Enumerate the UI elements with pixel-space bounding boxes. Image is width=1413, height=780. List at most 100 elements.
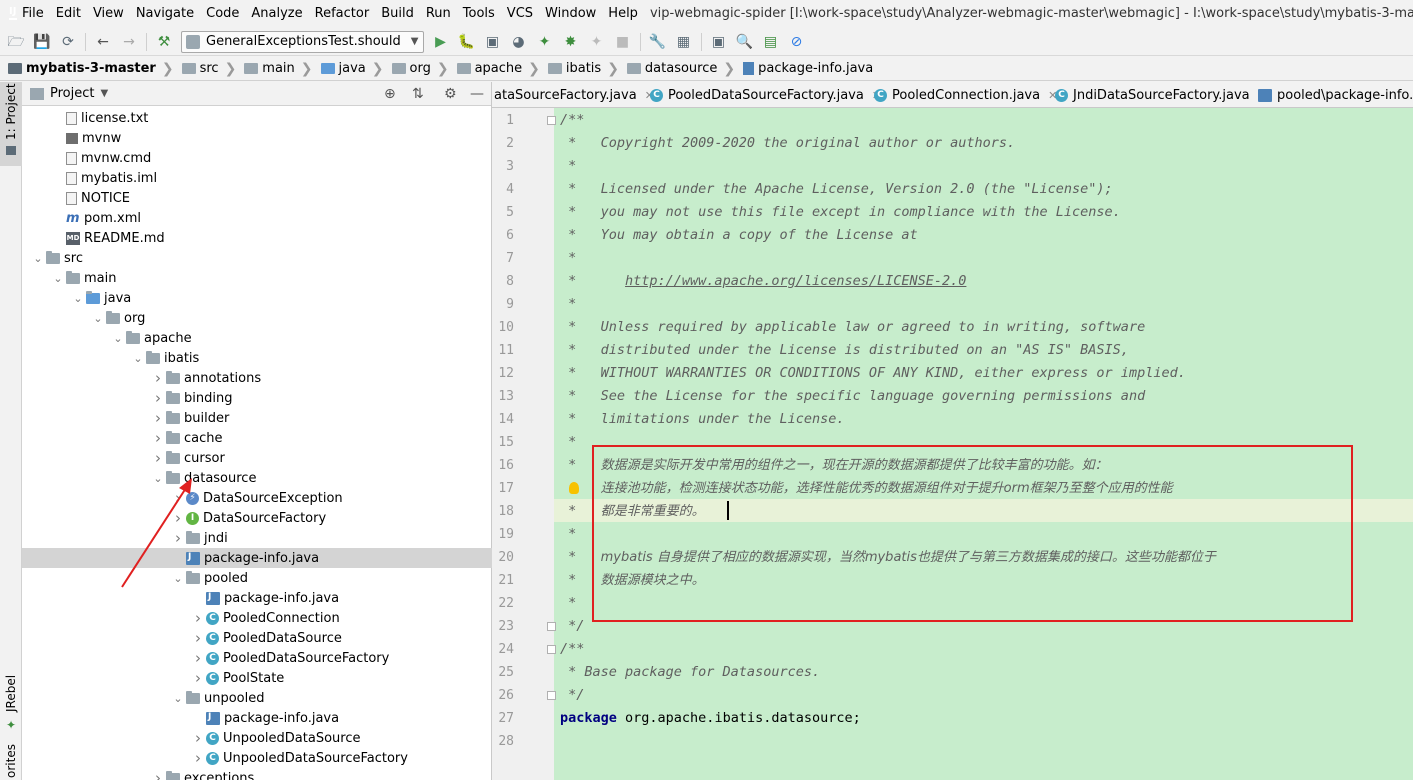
- code-line[interactable]: * See the License for the specific langu…: [560, 385, 1145, 408]
- expand-arrow-icon[interactable]: ⌄: [90, 312, 106, 325]
- breadcrumb-item[interactable]: datasource ❯: [619, 61, 735, 77]
- tree-item[interactable]: ⌄ org: [22, 308, 492, 328]
- search-icon[interactable]: 🔍: [736, 34, 753, 50]
- breadcrumb-item[interactable]: apache ❯: [449, 61, 540, 77]
- code-line[interactable]: */: [560, 684, 584, 707]
- tree-item[interactable]: › builder: [22, 408, 492, 428]
- tree-item[interactable]: mybatis.iml: [22, 168, 492, 188]
- tree-item[interactable]: › C UnpooledDataSourceFactory: [22, 748, 492, 768]
- fold-marker-icon[interactable]: [547, 691, 556, 700]
- collapse-arrow-icon[interactable]: ›: [150, 369, 166, 387]
- tree-item[interactable]: › binding: [22, 388, 492, 408]
- terminal-icon[interactable]: ▣: [711, 34, 727, 50]
- breadcrumb-item[interactable]: org ❯: [384, 61, 449, 77]
- tree-item[interactable]: › I DataSourceFactory: [22, 508, 492, 528]
- settings-wrench-icon[interactable]: 🔧: [649, 34, 666, 50]
- menu-tools[interactable]: Tools: [457, 0, 501, 27]
- code-line[interactable]: * distributed under the License is distr…: [560, 339, 1129, 362]
- code-line[interactable]: */: [560, 615, 584, 638]
- tree-item[interactable]: › annotations: [22, 368, 492, 388]
- fold-marker-icon[interactable]: [547, 622, 556, 631]
- menu-window[interactable]: Window: [539, 0, 602, 27]
- tree-item[interactable]: mvnw.cmd: [22, 148, 492, 168]
- code-line[interactable]: package org.apache.ibatis.datasource;: [560, 707, 861, 730]
- tree-item[interactable]: ⌄ java: [22, 288, 492, 308]
- tree-item[interactable]: NOTICE: [22, 188, 492, 208]
- menu-navigate[interactable]: Navigate: [130, 0, 200, 27]
- collapse-arrow-icon[interactable]: ›: [190, 649, 206, 667]
- editor-tab[interactable]: CJndiDataSourceFactory.java✕: [1055, 82, 1267, 107]
- project-structure-icon[interactable]: ▦: [676, 34, 692, 50]
- code-line[interactable]: * You may obtain a copy of the License a…: [560, 224, 918, 247]
- breadcrumb-item[interactable]: src ❯: [174, 61, 236, 77]
- project-tool-window-button[interactable]: 1: Project: [0, 82, 22, 166]
- expand-arrow-icon[interactable]: ⌄: [130, 352, 146, 365]
- activity-monitor-icon[interactable]: ▤: [763, 34, 779, 50]
- gear-icon[interactable]: ⚙: [444, 86, 457, 102]
- editor-tab[interactable]: pooled\package-info.ja: [1258, 82, 1413, 107]
- menu-analyze[interactable]: Analyze: [245, 0, 308, 27]
- debug-icon[interactable]: 🐛: [458, 34, 475, 50]
- collapse-arrow-icon[interactable]: ›: [190, 729, 206, 747]
- fold-marker-icon[interactable]: [547, 645, 556, 654]
- tree-item[interactable]: › C PooledDataSource: [22, 628, 492, 648]
- tree-item[interactable]: › C PooledConnection: [22, 608, 492, 628]
- tree-item[interactable]: mvnw: [22, 128, 492, 148]
- fold-marker-icon[interactable]: [547, 116, 556, 125]
- code-line[interactable]: * Unless required by applicable law or a…: [560, 316, 1145, 339]
- tree-item[interactable]: ⌄ apache: [22, 328, 492, 348]
- menu-code[interactable]: Code: [200, 0, 245, 27]
- tree-item[interactable]: ⌄ main: [22, 268, 492, 288]
- tree-item[interactable]: MD README.md: [22, 228, 492, 248]
- forward-icon[interactable]: →: [121, 34, 137, 50]
- lightbulb-icon[interactable]: [569, 482, 579, 494]
- menu-view[interactable]: View: [87, 0, 130, 27]
- menu-edit[interactable]: Edit: [50, 0, 87, 27]
- tree-item[interactable]: m pom.xml: [22, 208, 492, 228]
- menu-refactor[interactable]: Refactor: [309, 0, 376, 27]
- jrebel-tool-label[interactable]: JRebel: [4, 675, 18, 712]
- hide-panel-icon[interactable]: —: [470, 86, 484, 102]
- editor-tab[interactable]: ataSourceFactory.java✕: [494, 82, 654, 107]
- code-line[interactable]: *: [560, 293, 576, 316]
- editor-tab[interactable]: C PooledConnection.java ✕: [874, 82, 1057, 107]
- tree-item[interactable]: license.txt: [22, 108, 492, 128]
- collapse-all-icon[interactable]: ⇅: [412, 86, 424, 102]
- breadcrumb-item[interactable]: ibatis ❯: [540, 61, 619, 77]
- expand-arrow-icon[interactable]: ⌄: [50, 272, 66, 285]
- tree-item[interactable]: › jndi: [22, 528, 492, 548]
- expand-arrow-icon[interactable]: ⌄: [70, 292, 86, 305]
- run-configuration-select[interactable]: GeneralExceptionsTest.should ▼: [181, 30, 424, 53]
- run-with-coverage-icon[interactable]: ▣: [485, 34, 501, 50]
- tree-item[interactable]: › cache: [22, 428, 492, 448]
- chevron-down-icon[interactable]: ▼: [100, 88, 108, 99]
- expand-arrow-icon[interactable]: ⌄: [170, 692, 186, 705]
- build-hammer-icon[interactable]: ⚒: [156, 34, 172, 50]
- tree-item[interactable]: ⌄ ibatis: [22, 348, 492, 368]
- code-line[interactable]: * you may not use this file except in co…: [560, 201, 1121, 224]
- menu-build[interactable]: Build: [375, 0, 420, 27]
- tree-item[interactable]: package-info.java: [22, 708, 492, 728]
- tree-item[interactable]: › C PooledDataSourceFactory: [22, 648, 492, 668]
- tree-item[interactable]: package-info.java: [22, 548, 492, 568]
- jrebel-debug-icon[interactable]: ✸: [563, 34, 579, 50]
- open-folder-icon[interactable]: 🗁: [7, 34, 24, 50]
- collapse-arrow-icon[interactable]: ›: [190, 609, 206, 627]
- collapse-arrow-icon[interactable]: ›: [150, 769, 166, 780]
- save-all-icon[interactable]: 💾: [33, 34, 50, 50]
- favorites-tool-label[interactable]: orites: [4, 744, 18, 778]
- tree-item[interactable]: ⌄ src: [22, 248, 492, 268]
- attach-icon[interactable]: ✦: [589, 34, 605, 50]
- no-entry-icon[interactable]: ⊘: [789, 34, 805, 50]
- back-icon[interactable]: ←: [95, 34, 111, 50]
- collapse-arrow-icon[interactable]: ›: [190, 749, 206, 767]
- profile-icon[interactable]: ◕: [511, 34, 527, 50]
- collapse-arrow-icon[interactable]: ›: [190, 669, 206, 687]
- collapse-arrow-icon[interactable]: ›: [150, 429, 166, 447]
- breadcrumb-item[interactable]: java ❯: [313, 61, 384, 77]
- tree-item[interactable]: package-info.java: [22, 588, 492, 608]
- tree-item[interactable]: › C UnpooledDataSource: [22, 728, 492, 748]
- tree-item[interactable]: › C PoolState: [22, 668, 492, 688]
- code-line[interactable]: *: [560, 592, 576, 615]
- tree-item[interactable]: ⌄ datasource: [22, 468, 492, 488]
